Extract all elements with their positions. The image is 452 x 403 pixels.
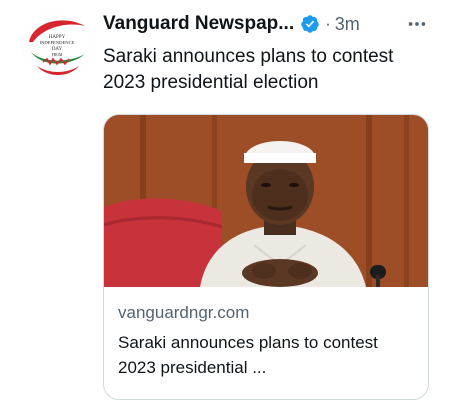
avatar-text-3: DAY [52,47,63,52]
avatar-text-2: INDEPENDENCE [40,40,75,45]
tweet-header: Vanguard Newspap... · 3m [103,10,433,38]
author-name[interactable]: Vanguard Newspap... [103,13,294,35]
verified-badge-icon [300,14,320,34]
avatar[interactable]: HAPPY INDEPENDENCE DAY FROM [23,12,91,80]
dot-separator: · [325,14,331,33]
tweet-text: Saraki announces plans to contest 2023 p… [103,46,394,93]
avatar-logo-image: HAPPY INDEPENDENCE DAY FROM [23,12,91,80]
card-title: Saraki announces plans to contest 2023 p… [118,333,378,377]
tweet-timestamp[interactable]: 3m [335,14,360,35]
more-options-icon[interactable] [405,12,429,36]
avatar-text-4: FROM [52,53,63,57]
card-body: vanguardngr.com Saraki announces plans t… [118,301,418,380]
card-domain: vanguardngr.com [118,303,250,322]
card-image [104,115,428,287]
tweet[interactable]: HAPPY INDEPENDENCE DAY FROM Vanguard New… [0,0,452,403]
link-card[interactable]: vanguardngr.com Saraki announces plans t… [103,114,429,400]
